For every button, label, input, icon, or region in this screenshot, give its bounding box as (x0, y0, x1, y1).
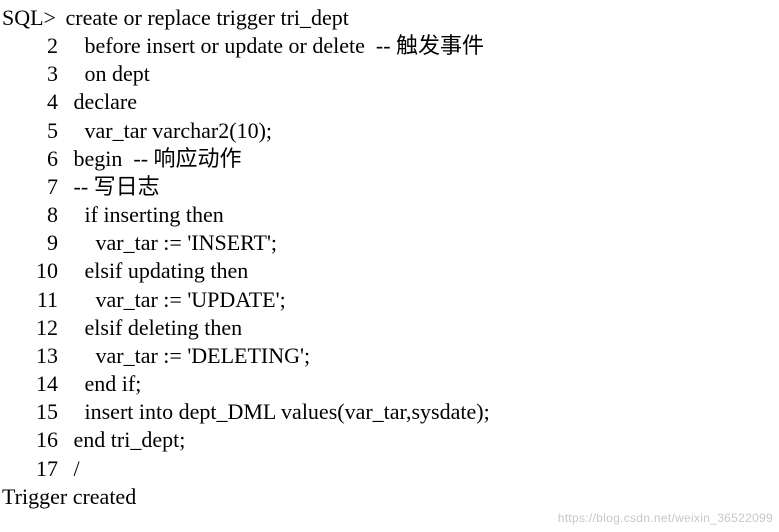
code-text: begin -- 响应动作 (68, 145, 779, 173)
code-line: 15 insert into dept_DML values(var_tar,s… (0, 398, 779, 426)
line-number: 2 (0, 32, 68, 60)
watermark-text: https://blog.csdn.net/weixin_36522099 (558, 511, 773, 526)
code-line: 8 if inserting then (0, 201, 779, 229)
code-text: var_tar := 'UPDATE'; (68, 286, 779, 314)
code-line: SQL> create or replace trigger tri_dept (0, 4, 779, 32)
code-line: 5 var_tar varchar2(10); (0, 117, 779, 145)
line-number: 3 (0, 60, 68, 88)
sql-terminal[interactable]: SQL> create or replace trigger tri_dept2… (0, 0, 779, 511)
code-text: declare (68, 88, 779, 116)
line-number: 12 (0, 314, 68, 342)
line-number: 9 (0, 229, 68, 257)
code-text: end tri_dept; (68, 426, 779, 454)
line-number: 15 (0, 398, 68, 426)
code-text: var_tar varchar2(10); (68, 117, 779, 145)
line-number: 11 (0, 286, 68, 314)
code-line: 2 before insert or update or delete -- 触… (0, 32, 779, 60)
code-line: 16 end tri_dept; (0, 426, 779, 454)
code-text: create or replace trigger tri_dept (60, 4, 779, 32)
line-number: 8 (0, 201, 68, 229)
code-line: 10 elsif updating then (0, 257, 779, 285)
code-text: on dept (68, 60, 779, 88)
code-line: 17 / (0, 455, 779, 483)
line-number: 4 (0, 88, 68, 116)
code-line: 9 var_tar := 'INSERT'; (0, 229, 779, 257)
code-line: 4 declare (0, 88, 779, 116)
code-text: var_tar := 'DELETING'; (68, 342, 779, 370)
code-text: end if; (68, 370, 779, 398)
code-line: 7 -- 写日志 (0, 173, 779, 201)
code-text: elsif deleting then (68, 314, 779, 342)
line-number: 6 (0, 145, 68, 173)
code-text: var_tar := 'INSERT'; (68, 229, 779, 257)
code-text: insert into dept_DML values(var_tar,sysd… (68, 398, 779, 426)
code-text: elsif updating then (68, 257, 779, 285)
code-line: 11 var_tar := 'UPDATE'; (0, 286, 779, 314)
status-message: Trigger created (0, 483, 779, 511)
line-number: 14 (0, 370, 68, 398)
code-line: 14 end if; (0, 370, 779, 398)
code-line: 3 on dept (0, 60, 779, 88)
code-text: before insert or update or delete -- 触发事… (68, 32, 779, 60)
line-number: 17 (0, 455, 68, 483)
line-number: 7 (0, 173, 68, 201)
line-number: 10 (0, 257, 68, 285)
code-text: if inserting then (68, 201, 779, 229)
code-text: / (68, 455, 779, 483)
line-number: 13 (0, 342, 68, 370)
line-number: 16 (0, 426, 68, 454)
code-line: 13 var_tar := 'DELETING'; (0, 342, 779, 370)
line-number: 5 (0, 117, 68, 145)
code-line: 6 begin -- 响应动作 (0, 145, 779, 173)
code-line: 12 elsif deleting then (0, 314, 779, 342)
sql-prompt: SQL> (0, 4, 60, 32)
code-text: -- 写日志 (68, 173, 779, 201)
